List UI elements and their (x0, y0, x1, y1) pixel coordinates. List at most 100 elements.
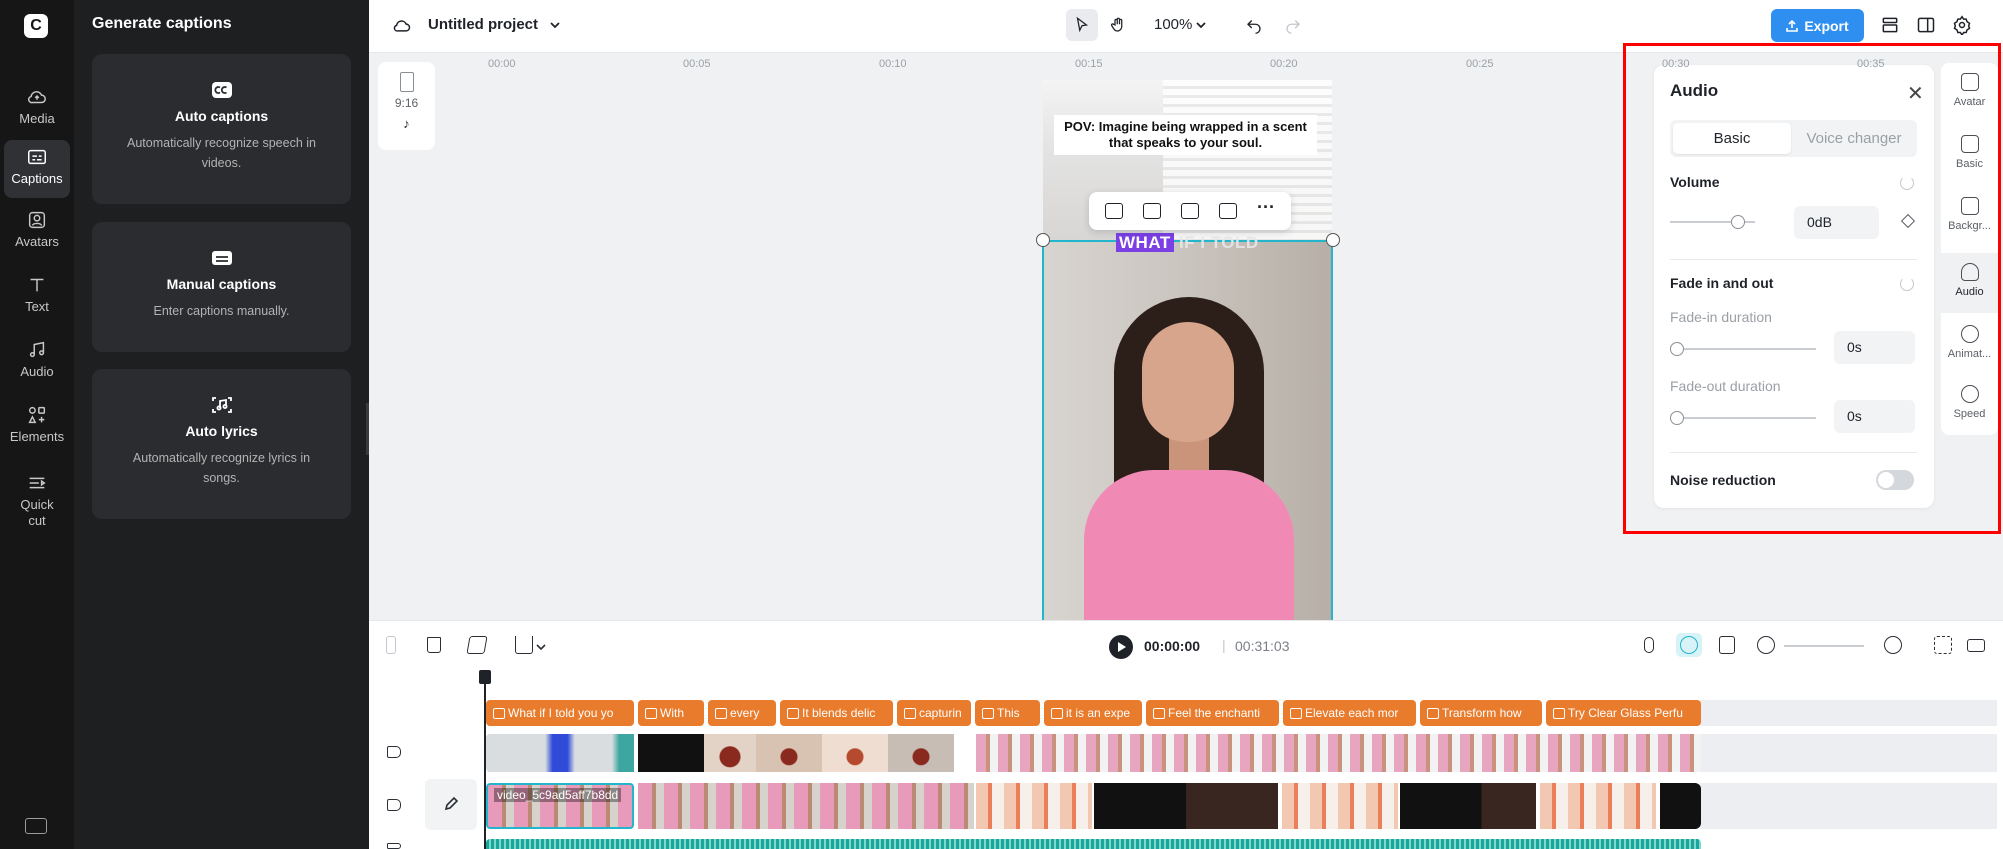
rail-item-elements[interactable]: Elements (4, 398, 70, 456)
layers-stack-icon[interactable] (1880, 15, 1900, 35)
rail-item-media[interactable]: Media (4, 80, 70, 138)
zoom-out-icon[interactable] (1757, 633, 1775, 657)
gear-icon[interactable] (1952, 15, 1972, 35)
auto-lyrics-card[interactable]: Auto lyrics Automatically recognize lyri… (92, 369, 351, 519)
redo-icon[interactable] (1284, 16, 1302, 34)
tab-voice-changer[interactable]: Voice changer (1794, 123, 1914, 154)
cloud-save-icon[interactable] (392, 16, 412, 34)
playhead[interactable] (479, 670, 491, 849)
rail-item-text[interactable]: Text (4, 268, 70, 326)
fade-out-value-field[interactable]: 0s (1834, 400, 1915, 433)
resize-handle-right[interactable] (1326, 233, 1340, 247)
rail-item-quick-cut[interactable]: Quick cut (4, 466, 70, 532)
app-logo[interactable]: C (24, 14, 48, 38)
caption-clip[interactable]: every (708, 700, 776, 726)
main-clip[interactable] (1660, 783, 1701, 829)
crop-icon[interactable] (1181, 203, 1199, 219)
video-preview[interactable] (1042, 240, 1333, 620)
background-remove-icon[interactable] (1219, 203, 1237, 219)
track-audio-icon[interactable] (387, 746, 401, 758)
zoom-in-icon[interactable] (1884, 633, 1902, 657)
microphone-icon[interactable] (1644, 633, 1654, 657)
project-title[interactable]: Untitled project (428, 16, 538, 33)
broll-clip[interactable] (638, 734, 704, 772)
caption-clip[interactable]: Try Clear Glass Perfu (1546, 700, 1701, 726)
fade-in-slider-track[interactable] (1670, 348, 1816, 350)
caption-clip[interactable]: Transform how (1420, 700, 1542, 726)
zoom-chevron-icon[interactable] (1195, 20, 1207, 30)
caption-clip[interactable]: What if I told you yo (486, 700, 634, 726)
mirror-icon[interactable] (466, 633, 488, 657)
time-ruler[interactable]: 00:00 00:05 00:10 00:15 00:20 00:25 00:3… (484, 56, 2000, 74)
hand-tool-button[interactable] (1102, 9, 1134, 41)
more-options-icon[interactable]: ··· (1257, 198, 1275, 219)
undo-icon[interactable] (1245, 16, 1263, 34)
delete-icon[interactable] (427, 633, 441, 657)
rail-item-audio[interactable]: Audio (4, 333, 70, 391)
main-clip[interactable] (1094, 783, 1278, 829)
volume-value-field[interactable]: 0dB (1794, 206, 1879, 239)
fade-in-value-field[interactable]: 0s (1834, 331, 1915, 364)
resize-handle-left[interactable] (1036, 233, 1050, 247)
broll-clip[interactable] (704, 734, 756, 772)
side-tab-background[interactable]: Backgr... (1941, 187, 1998, 247)
caption-clip[interactable]: It blends delic (780, 700, 893, 726)
overlay-text-box[interactable]: POV: Imagine being wrapped in a scent th… (1054, 115, 1317, 155)
manual-captions-card[interactable]: Manual captions Enter captions manually. (92, 222, 351, 352)
side-tab-animation[interactable]: Animat... (1941, 315, 1998, 375)
broll-clip[interactable] (822, 734, 888, 772)
tab-basic[interactable]: Basic (1673, 123, 1791, 154)
rail-item-captions[interactable]: Captions (4, 140, 70, 198)
side-tab-speed[interactable]: Speed (1941, 375, 1998, 435)
track-edit-cell[interactable] (425, 779, 477, 830)
caption-clip[interactable]: Elevate each mor (1283, 700, 1416, 726)
main-clip[interactable] (1540, 783, 1656, 829)
chevron-down-icon[interactable] (549, 20, 561, 30)
export-button[interactable]: Export (1771, 9, 1864, 42)
play-button[interactable] (1109, 635, 1133, 659)
auto-captions-card[interactable]: Auto captions Automatically recognize sp… (92, 54, 351, 204)
track-audio-icon[interactable] (387, 843, 401, 849)
layout-panel-icon[interactable] (1916, 15, 1936, 35)
main-clip[interactable] (638, 783, 974, 829)
fade-out-slider-knob[interactable] (1670, 411, 1684, 425)
broll-clip[interactable] (888, 734, 954, 772)
avatar-replace-icon[interactable] (1105, 203, 1123, 219)
broll-clip-sequence[interactable] (976, 734, 1701, 772)
download-chevron-icon[interactable] (536, 643, 546, 651)
main-clip[interactable] (1282, 783, 1398, 829)
side-tab-audio[interactable]: Audio (1941, 253, 1998, 313)
image-add-icon[interactable] (1143, 203, 1161, 219)
rail-item-avatars[interactable]: Avatars (4, 203, 70, 261)
monitor-icon[interactable] (1967, 633, 1985, 657)
select-tool-button[interactable] (1066, 9, 1098, 41)
caption-clip[interactable]: Feel the enchanti (1146, 700, 1279, 726)
main-clip-selected[interactable]: video_5c9ad5aff7b8dd (486, 783, 634, 829)
noise-reduction-toggle[interactable] (1876, 470, 1914, 490)
fit-screen-icon[interactable] (1934, 633, 1952, 657)
side-tab-basic[interactable]: Basic (1941, 125, 1998, 185)
track-audio-icon[interactable] (387, 799, 401, 811)
fade-in-slider-knob[interactable] (1670, 342, 1684, 356)
caption-clip[interactable]: it is an expe (1044, 700, 1142, 726)
timeline-zoom-slider[interactable] (1784, 645, 1864, 647)
caption-overlay[interactable]: WHAT IF I TOLD (1116, 233, 1259, 253)
split-icon[interactable] (386, 633, 396, 657)
keyboard-shortcuts-icon[interactable] (25, 818, 47, 834)
volume-slider-knob[interactable] (1731, 215, 1745, 229)
auto-snap-icon[interactable] (1676, 633, 1702, 657)
close-icon[interactable]: ✕ (1907, 81, 1924, 106)
broll-clip[interactable] (756, 734, 822, 772)
caption-clip[interactable]: This (975, 700, 1040, 726)
main-clip[interactable] (1400, 783, 1536, 829)
broll-clip[interactable] (486, 734, 634, 772)
aspect-ratio-card[interactable]: 9:16 ♪ (378, 62, 435, 150)
main-clip[interactable] (976, 783, 1092, 829)
caption-clip[interactable]: capturin (897, 700, 971, 726)
download-icon[interactable] (515, 633, 533, 657)
volume-reset-icon[interactable] (1900, 176, 1914, 190)
fade-reset-icon[interactable] (1900, 277, 1914, 291)
audio-waveform-track[interactable] (486, 839, 1701, 849)
fade-out-slider-track[interactable] (1670, 417, 1816, 419)
zoom-level[interactable]: 100% (1154, 16, 1192, 33)
